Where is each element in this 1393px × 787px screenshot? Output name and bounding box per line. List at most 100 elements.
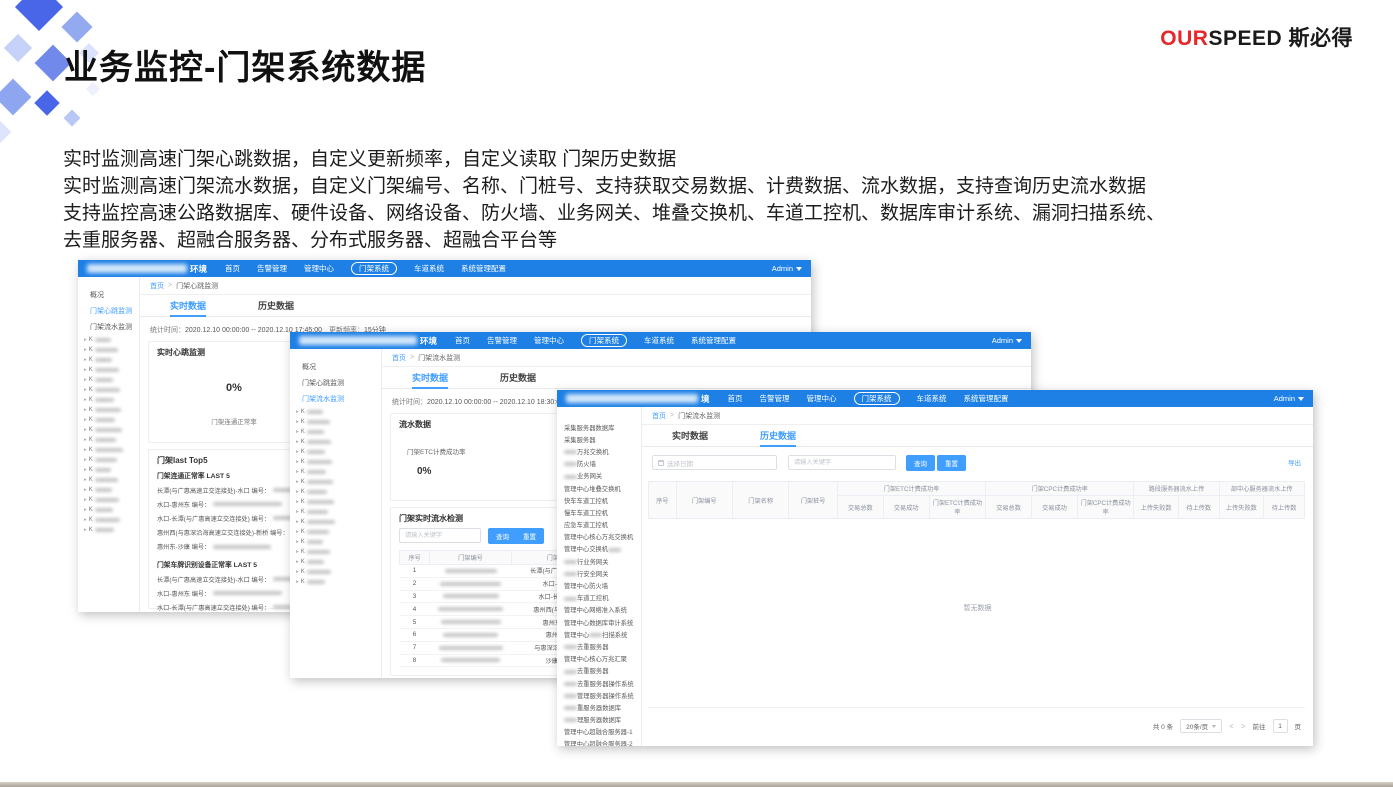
prev-page-button[interactable]: < xyxy=(1229,722,1234,731)
tab-history[interactable]: 历史数据 xyxy=(760,425,796,446)
sidebar-item-gantry[interactable]: ▸K xyxy=(78,525,139,535)
sidebar-item-device[interactable]: 管理中心核心万兆汇聚 xyxy=(557,653,641,665)
sidebar-item[interactable]: 门架流水监测 xyxy=(290,391,381,407)
tab-realtime[interactable]: 实时数据 xyxy=(412,367,448,388)
nav-item[interactable]: 首页 xyxy=(728,393,743,404)
sidebar-item-device[interactable]: 管理中心交换机 xyxy=(557,543,641,555)
sidebar-item-device[interactable]: 采集服务器 xyxy=(557,433,641,445)
sidebar-item[interactable]: 门架心跳监测 xyxy=(290,375,381,391)
sidebar-item-gantry[interactable]: ▸K xyxy=(78,355,139,365)
sidebar-item-device[interactable]: 万兆交换机 xyxy=(557,445,641,457)
sidebar-item-device[interactable]: 采集服务器数据库 xyxy=(557,421,641,433)
sidebar-item-device[interactable]: 去重服务器 xyxy=(557,665,641,677)
sidebar-item-gantry[interactable]: ▸K xyxy=(78,375,139,385)
sidebar-item[interactable]: 概况 xyxy=(290,359,381,375)
sidebar-item-device[interactable]: 去重服务器操作系统 xyxy=(557,677,641,689)
sidebar-item-gantry[interactable]: ▸K xyxy=(78,425,139,435)
search-input[interactable] xyxy=(399,528,481,543)
query-button[interactable]: 查询 xyxy=(488,528,517,544)
query-button[interactable]: 查询 xyxy=(906,455,935,471)
export-link[interactable]: 导出 xyxy=(1288,457,1301,467)
sidebar-item-gantry[interactable]: ▸K xyxy=(290,447,381,457)
sidebar-item-device[interactable]: 去重服务器 xyxy=(557,640,641,652)
breadcrumb-home[interactable]: 首页 xyxy=(652,411,666,421)
tab-realtime[interactable]: 实时数据 xyxy=(170,295,206,316)
admin-menu[interactable]: Admin xyxy=(772,264,802,273)
sidebar-item[interactable]: 门架流水监测 xyxy=(78,319,139,335)
admin-menu[interactable]: Admin xyxy=(992,336,1022,345)
sidebar-item-gantry[interactable]: ▸K xyxy=(290,467,381,477)
nav-item[interactable]: 车道系统 xyxy=(644,335,674,346)
sidebar-item-gantry[interactable]: ▸K xyxy=(290,497,381,507)
sidebar-item-gantry[interactable]: ▸K xyxy=(78,445,139,455)
sidebar-item-device[interactable]: 行安全网关 xyxy=(557,567,641,579)
tab-history[interactable]: 历史数据 xyxy=(258,295,294,316)
tab-realtime[interactable]: 实时数据 xyxy=(672,425,708,446)
sidebar-item-gantry[interactable]: ▸K xyxy=(290,477,381,487)
nav-item[interactable]: 首页 xyxy=(225,263,240,274)
nav-item[interactable]: 系统管理配置 xyxy=(691,335,736,346)
sidebar-item-gantry[interactable]: ▸K xyxy=(78,395,139,405)
nav-item[interactable]: 车道系统 xyxy=(917,393,947,404)
sidebar-item-gantry[interactable]: ▸K xyxy=(78,335,139,345)
sidebar-item-gantry[interactable]: ▸K xyxy=(290,417,381,427)
sidebar-item-gantry[interactable]: ▸K xyxy=(290,437,381,447)
sidebar-item-device[interactable]: 重服务器数据库 xyxy=(557,701,641,713)
sidebar-item-device[interactable]: 管理中心数据库审计系统 xyxy=(557,616,641,628)
sidebar-item-gantry[interactable]: ▸K xyxy=(290,537,381,547)
sidebar-item-device[interactable]: 防火墙 xyxy=(557,458,641,470)
nav-item[interactable]: 门架系统 xyxy=(854,392,900,405)
sidebar-item-gantry[interactable]: ▸K xyxy=(78,385,139,395)
nav-item[interactable]: 管理中心 xyxy=(534,335,564,346)
nav-item[interactable]: 管理中心 xyxy=(304,263,334,274)
sidebar-item-device[interactable]: 快车车道工控机 xyxy=(557,494,641,506)
sidebar-item-gantry[interactable]: ▸K xyxy=(78,515,139,525)
nav-item[interactable]: 告警管理 xyxy=(487,335,517,346)
sidebar-item-gantry[interactable]: ▸K xyxy=(290,577,381,587)
sidebar-item-device[interactable]: 业务网关 xyxy=(557,470,641,482)
sidebar-item-gantry[interactable]: ▸K xyxy=(290,547,381,557)
sidebar-item-gantry[interactable]: ▸K xyxy=(78,405,139,415)
sidebar-item-device[interactable]: 应急车道工控机 xyxy=(557,519,641,531)
breadcrumb-home[interactable]: 首页 xyxy=(392,353,406,363)
sidebar-item-device[interactable]: 管理中心扫描系统 xyxy=(557,628,641,640)
sidebar-item-device[interactable]: 管理中心超融合服务器-2 xyxy=(557,738,641,746)
sidebar-item-device[interactable]: 管理中心网络准入系统 xyxy=(557,604,641,616)
tab-history[interactable]: 历史数据 xyxy=(500,367,536,388)
page-number-input[interactable] xyxy=(1273,719,1288,733)
sidebar-item-gantry[interactable]: ▸K xyxy=(290,407,381,417)
sidebar-item-gantry[interactable]: ▸K xyxy=(78,345,139,355)
admin-menu[interactable]: Admin xyxy=(1274,394,1304,403)
sidebar-item[interactable]: 门架心跳监测 xyxy=(78,303,139,319)
nav-item[interactable]: 告警管理 xyxy=(257,263,287,274)
sidebar-item-gantry[interactable]: ▸K xyxy=(78,435,139,445)
sidebar-item-gantry[interactable]: ▸K xyxy=(290,427,381,437)
sidebar-item[interactable]: 概况 xyxy=(78,287,139,303)
nav-item[interactable]: 系统管理配置 xyxy=(964,393,1009,404)
sidebar-item-gantry[interactable]: ▸K xyxy=(78,485,139,495)
sidebar-item-device[interactable]: 车道工控机 xyxy=(557,592,641,604)
reset-button[interactable]: 重置 xyxy=(515,528,544,544)
sidebar-item-device[interactable]: 管理中心核心万兆交换机 xyxy=(557,531,641,543)
sidebar-item-device[interactable]: 行业务网关 xyxy=(557,555,641,567)
sidebar-item-gantry[interactable]: ▸K xyxy=(78,365,139,375)
sidebar-item-device[interactable]: 慢车车道工控机 xyxy=(557,506,641,518)
sidebar-item-gantry[interactable]: ▸K xyxy=(290,507,381,517)
sidebar-item-gantry[interactable]: ▸K xyxy=(290,557,381,567)
sidebar-item-gantry[interactable]: ▸K xyxy=(290,527,381,537)
sidebar-item-gantry[interactable]: ▸K xyxy=(290,567,381,577)
sidebar-item-device[interactable]: 管理中心防火墙 xyxy=(557,579,641,591)
page-size-select[interactable]: 20条/页 xyxy=(1180,719,1222,733)
sidebar-item-gantry[interactable]: ▸K xyxy=(78,455,139,465)
next-page-button[interactable]: > xyxy=(1241,722,1246,731)
sidebar-item-gantry[interactable]: ▸K xyxy=(78,415,139,425)
nav-item[interactable]: 告警管理 xyxy=(760,393,790,404)
sidebar-item-device[interactable]: 管理中心堆叠交换机 xyxy=(557,482,641,494)
nav-item[interactable]: 系统管理配置 xyxy=(461,263,506,274)
sidebar-item-device[interactable]: 理服务器数据库 xyxy=(557,714,641,726)
sidebar-item-gantry[interactable]: ▸K xyxy=(290,457,381,467)
reset-button[interactable]: 重置 xyxy=(937,455,966,471)
nav-item[interactable]: 管理中心 xyxy=(807,393,837,404)
keyword-input[interactable] xyxy=(788,455,896,470)
sidebar-item-gantry[interactable]: ▸K xyxy=(78,505,139,515)
